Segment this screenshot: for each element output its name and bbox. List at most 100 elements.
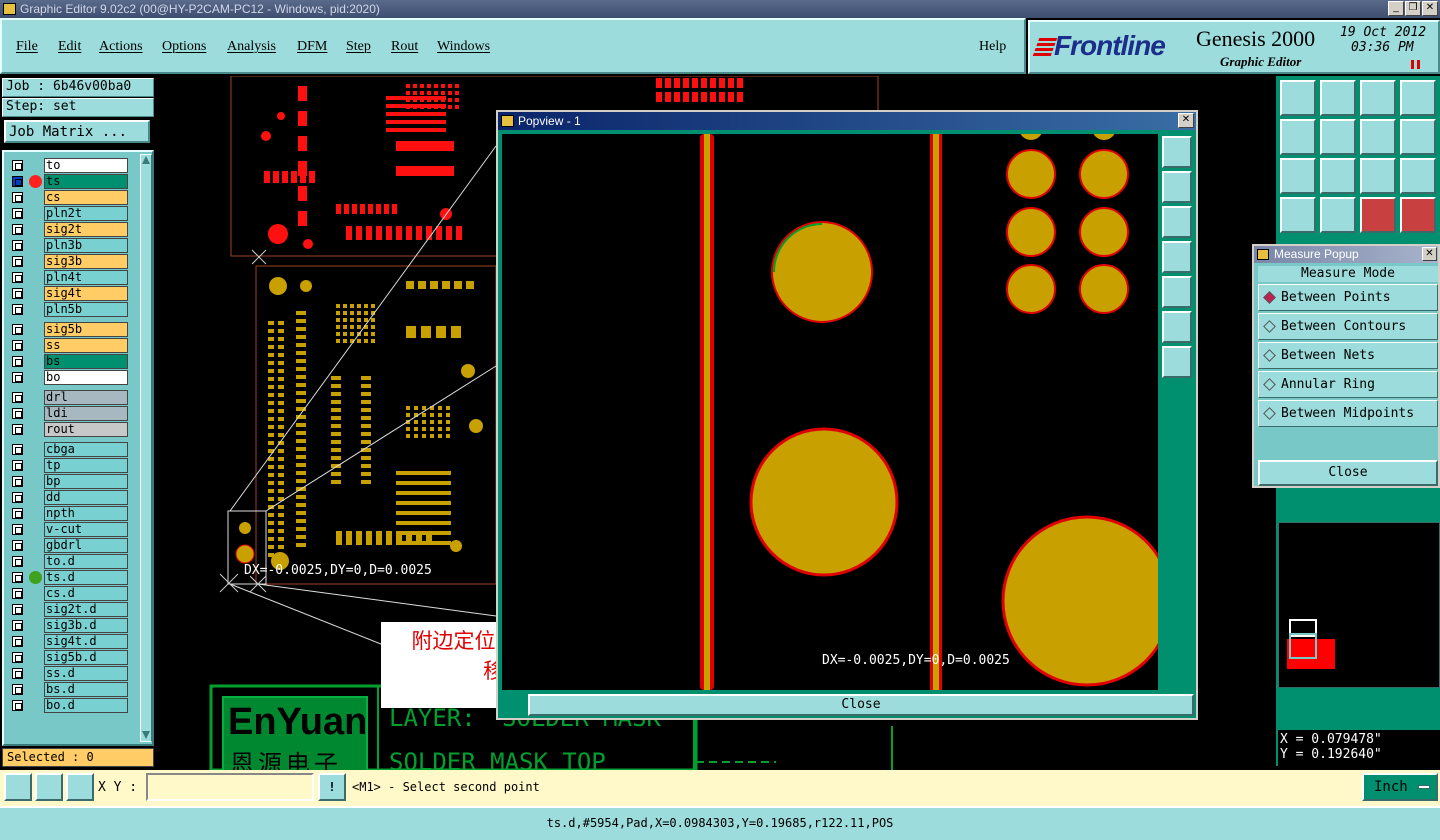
- menu-dfm[interactable]: DFM: [297, 39, 327, 55]
- layer-row-sig4t[interactable]: sig4t: [8, 286, 128, 301]
- layer-checkbox[interactable]: [12, 272, 23, 283]
- measure-tool-icon[interactable]: [1280, 197, 1316, 233]
- layer-checkbox[interactable]: [12, 160, 23, 171]
- layer-name[interactable]: sig5b.d: [44, 650, 128, 665]
- pan-right-icon[interactable]: [1320, 119, 1356, 155]
- layer-name[interactable]: ts.d: [44, 570, 128, 585]
- job-matrix-button[interactable]: Job Matrix ...: [4, 120, 150, 143]
- layer-row-pln2t[interactable]: pln2t: [8, 206, 128, 221]
- layer-row-pln5b[interactable]: pln5b: [8, 302, 128, 317]
- zoom-home-icon[interactable]: [1280, 80, 1316, 116]
- layer-row-sig5b[interactable]: sig5b: [8, 322, 128, 337]
- layer-row-bo[interactable]: bo: [8, 370, 128, 385]
- layer-name[interactable]: tp: [44, 458, 128, 473]
- measure-option-between-points[interactable]: Between Points: [1258, 284, 1438, 311]
- layer-checkbox[interactable]: [12, 572, 23, 583]
- layer-color-icon[interactable]: [1360, 197, 1396, 233]
- layer-list-scrollbar[interactable]: [140, 154, 152, 742]
- popview-canvas[interactable]: DX=-0.0025,DY=0,D=0.0025: [502, 134, 1158, 690]
- units-selector[interactable]: Inch: [1362, 773, 1438, 801]
- measure-option-between-midpoints[interactable]: Between Midpoints: [1258, 400, 1438, 427]
- layer-name[interactable]: ldi: [44, 406, 128, 421]
- zoom-1to1-icon[interactable]: [1360, 158, 1396, 194]
- layer-checkbox[interactable]: [12, 508, 23, 519]
- layer-name[interactable]: bo.d: [44, 698, 128, 713]
- layer-name[interactable]: bs: [44, 354, 128, 369]
- layer-checkbox[interactable]: [12, 408, 23, 419]
- layer-name[interactable]: sig5b: [44, 322, 128, 337]
- pan-left-icon[interactable]: [1280, 119, 1316, 155]
- layer-row-npth[interactable]: npth: [8, 506, 128, 521]
- layer-name[interactable]: v-cut: [44, 522, 128, 537]
- menu-analysis[interactable]: Analysis: [227, 39, 276, 55]
- layer-compare-icon[interactable]: [1400, 197, 1436, 233]
- layer-checkbox[interactable]: [12, 540, 23, 551]
- menu-windows[interactable]: Windows: [437, 39, 490, 55]
- measure-option-between-nets[interactable]: Between Nets: [1258, 342, 1438, 369]
- layer-name[interactable]: sig4t.d: [44, 634, 128, 649]
- popview-title-bar[interactable]: Popview - 1: [498, 112, 1196, 130]
- layer-row-ss.d[interactable]: ss.d: [8, 666, 128, 681]
- layer-row-to[interactable]: to: [8, 158, 128, 173]
- layer-row-bo.d[interactable]: bo.d: [8, 698, 128, 713]
- layer-name[interactable]: npth: [44, 506, 128, 521]
- layer-row-pln3b[interactable]: pln3b: [8, 238, 128, 253]
- layer-name[interactable]: cs: [44, 190, 128, 205]
- layer-row-rout[interactable]: rout: [8, 422, 128, 437]
- layer-row-cbga[interactable]: cbga: [8, 442, 128, 457]
- layer-name[interactable]: pln4t: [44, 270, 128, 285]
- snap-tool-1-icon[interactable]: [4, 773, 32, 801]
- layer-name[interactable]: cbga: [44, 442, 128, 457]
- layer-checkbox[interactable]: [12, 668, 23, 679]
- pop-zoom-in-icon[interactable]: [1162, 171, 1192, 203]
- layer-name[interactable]: sig3b.d: [44, 618, 128, 633]
- layer-name[interactable]: to: [44, 158, 128, 173]
- layer-checkbox[interactable]: [12, 392, 23, 403]
- layer-checkbox[interactable]: [12, 700, 23, 711]
- layer-name[interactable]: gbdrl: [44, 538, 128, 553]
- menu-edit[interactable]: Edit: [58, 39, 81, 55]
- layer-row-sig5b.d[interactable]: sig5b.d: [8, 650, 128, 665]
- layer-checkbox[interactable]: [12, 288, 23, 299]
- measure-popup-close-icon[interactable]: ✕: [1422, 247, 1437, 261]
- layer-row-gbdrl[interactable]: gbdrl: [8, 538, 128, 553]
- menu-file[interactable]: File: [16, 39, 38, 55]
- pop-home-icon[interactable]: [1162, 136, 1192, 168]
- layer-row-dd[interactable]: dd: [8, 490, 128, 505]
- pop-pan-left-icon[interactable]: [1162, 241, 1192, 273]
- scroll-up-arrow-icon[interactable]: [142, 156, 150, 164]
- pop-pan-right-icon[interactable]: [1162, 276, 1192, 308]
- layer-name[interactable]: bo: [44, 370, 128, 385]
- layer-name[interactable]: cs.d: [44, 586, 128, 601]
- layer-name[interactable]: ts: [44, 174, 128, 189]
- layer-row-pln4t[interactable]: pln4t: [8, 270, 128, 285]
- layer-checkbox[interactable]: [12, 208, 23, 219]
- layer-row-bp[interactable]: bp: [8, 474, 128, 489]
- fit-icon[interactable]: [1280, 158, 1316, 194]
- layer-checkbox[interactable]: [12, 424, 23, 435]
- layer-name[interactable]: rout: [44, 422, 128, 437]
- menu-options[interactable]: Options: [162, 39, 206, 55]
- measure-option-annular-ring[interactable]: Annular Ring: [1258, 371, 1438, 398]
- layer-row-ts[interactable]: ts: [8, 174, 128, 189]
- minimize-button[interactable]: _: [1388, 1, 1404, 16]
- layer-checkbox[interactable]: [12, 604, 23, 615]
- layer-name[interactable]: sig3b: [44, 254, 128, 269]
- scroll-down-arrow-icon[interactable]: [142, 731, 150, 739]
- layer-row-v-cut[interactable]: v-cut: [8, 522, 128, 537]
- zoom-back-icon[interactable]: [1360, 119, 1396, 155]
- layer-checkbox[interactable]: [12, 524, 23, 535]
- center-icon[interactable]: [1320, 158, 1356, 194]
- alert-button[interactable]: !: [318, 773, 346, 801]
- layer-checkbox[interactable]: [12, 256, 23, 267]
- layer-checkbox[interactable]: [12, 176, 23, 187]
- layer-row-to.d[interactable]: to.d: [8, 554, 128, 569]
- home-view-icon[interactable]: [1360, 80, 1396, 116]
- measure-popup-title-bar[interactable]: Measure Popup: [1254, 246, 1438, 263]
- layer-checkbox[interactable]: [12, 340, 23, 351]
- layer-checkbox[interactable]: [12, 652, 23, 663]
- layer-row-bs[interactable]: bs: [8, 354, 128, 369]
- layer-row-sig2t.d[interactable]: sig2t.d: [8, 602, 128, 617]
- layer-checkbox[interactable]: [12, 372, 23, 383]
- menu-help[interactable]: Help: [979, 39, 1006, 55]
